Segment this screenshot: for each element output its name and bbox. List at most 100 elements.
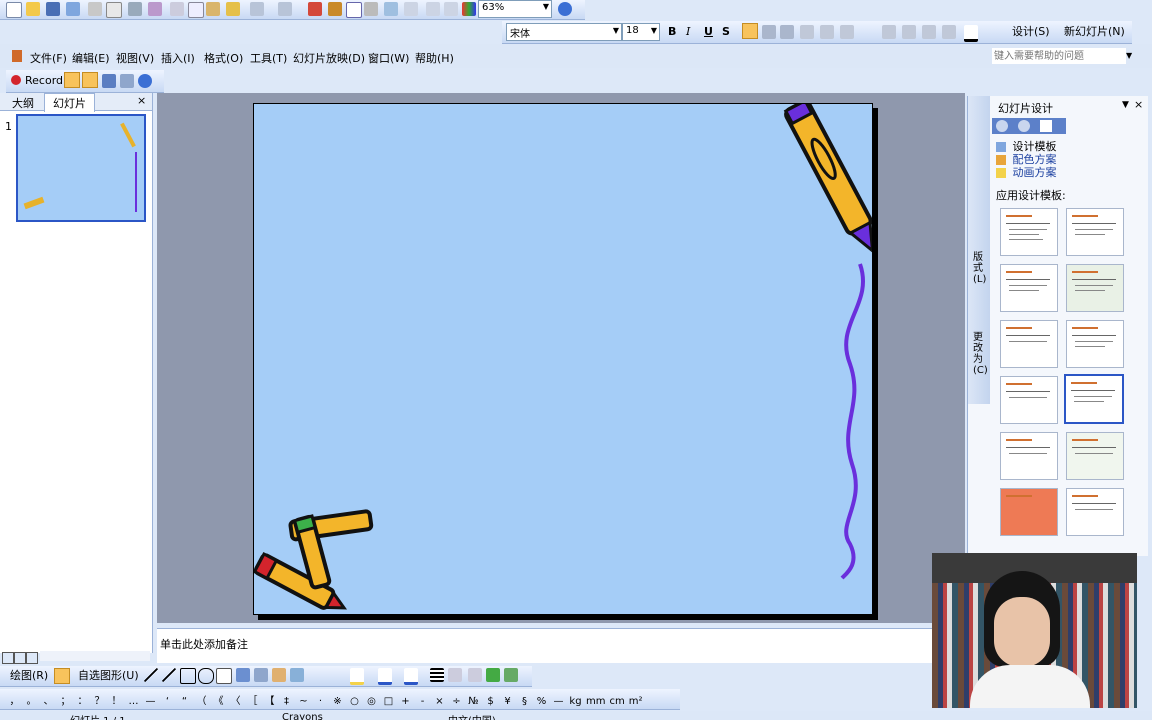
- slide-sorter-icon[interactable]: [14, 652, 26, 664]
- link-design-template[interactable]: 设计模板: [996, 138, 1136, 153]
- distribute-icon[interactable]: [800, 25, 814, 39]
- diagram-icon[interactable]: [254, 668, 268, 682]
- symbol-button[interactable]: ·: [314, 696, 327, 707]
- 3d-icon[interactable]: [504, 668, 518, 682]
- symbol-button[interactable]: ！: [110, 692, 123, 707]
- menu-format[interactable]: 格式(O): [204, 50, 243, 66]
- symbol-button[interactable]: ；: [59, 692, 72, 707]
- arrow-icon[interactable]: [162, 668, 176, 682]
- help-search-input[interactable]: [992, 48, 1126, 64]
- menu-help[interactable]: 帮助(H): [415, 50, 454, 66]
- normal-view-icon[interactable]: [2, 652, 14, 664]
- align-right-icon[interactable]: [780, 25, 794, 39]
- symbol-button[interactable]: ¥: [501, 696, 514, 707]
- grid-icon[interactable]: [444, 2, 458, 16]
- symbol-button[interactable]: ‡: [280, 696, 293, 707]
- font-size-box[interactable]: 18 ▼: [622, 23, 660, 41]
- forward-icon[interactable]: [1018, 120, 1030, 132]
- symbol-button[interactable]: +: [399, 696, 412, 707]
- insert-picture-icon[interactable]: [384, 2, 398, 16]
- menu-edit[interactable]: 编辑(E): [72, 50, 110, 66]
- line-color-icon[interactable]: [378, 668, 392, 685]
- template-thumb[interactable]: [1000, 264, 1058, 312]
- slide-canvas[interactable]: [253, 103, 873, 615]
- symbol-button[interactable]: cm: [609, 696, 624, 707]
- dash-style-icon[interactable]: [448, 668, 462, 682]
- symbol-button[interactable]: ‘: [161, 696, 174, 707]
- symbol-button[interactable]: 《: [212, 692, 225, 707]
- print-icon[interactable]: [88, 2, 102, 16]
- textbox-icon[interactable]: [216, 668, 232, 684]
- font-color-icon[interactable]: [404, 668, 418, 685]
- export-icon[interactable]: [120, 74, 134, 88]
- symbol-button[interactable]: $: [484, 696, 497, 707]
- menu-slideshow[interactable]: 幻灯片放映(D): [293, 50, 365, 66]
- expand-icon[interactable]: [404, 2, 418, 16]
- symbol-button[interactable]: mm: [586, 696, 605, 707]
- home-icon[interactable]: [1040, 120, 1052, 132]
- bold-button[interactable]: B: [668, 24, 676, 40]
- symbol-button[interactable]: —: [144, 696, 157, 707]
- redo-icon[interactable]: [278, 2, 292, 16]
- close-icon[interactable]: ×: [1134, 98, 1143, 111]
- numbering-icon[interactable]: [820, 25, 834, 39]
- picture-icon[interactable]: [290, 668, 304, 682]
- record-button[interactable]: Record: [25, 73, 63, 89]
- help-icon[interactable]: [558, 2, 572, 16]
- clipart-icon[interactable]: [272, 668, 286, 682]
- menu-tools[interactable]: 工具(T): [250, 50, 287, 66]
- font-color-icon[interactable]: [964, 25, 978, 42]
- template-thumb[interactable]: [1000, 376, 1058, 424]
- symbol-button[interactable]: -: [416, 696, 429, 707]
- draw-menu-button[interactable]: 绘图(R): [10, 668, 48, 684]
- insert-chart-icon[interactable]: [328, 2, 342, 16]
- symbol-button[interactable]: ［: [246, 692, 259, 707]
- zoom-box[interactable]: 63% ▼: [478, 0, 552, 18]
- oval-icon[interactable]: [198, 668, 214, 684]
- increase-font-icon[interactable]: [882, 25, 896, 39]
- shadow-button[interactable]: S: [722, 24, 730, 40]
- slide-thumbnail[interactable]: [16, 114, 146, 222]
- symbol-button[interactable]: %: [535, 696, 548, 707]
- symbol-button[interactable]: □: [382, 696, 395, 707]
- symbol-button[interactable]: 【: [263, 692, 276, 707]
- show-formatting-icon[interactable]: [426, 2, 440, 16]
- slideshow-view-icon[interactable]: [26, 652, 38, 664]
- back-icon[interactable]: [996, 120, 1008, 132]
- symbol-button[interactable]: ÷: [450, 696, 463, 707]
- open-icon[interactable]: [26, 2, 40, 16]
- underline-button[interactable]: U: [704, 24, 713, 40]
- notes-pane[interactable]: 单击此处添加备注: [157, 628, 932, 663]
- symbol-button[interactable]: ※: [331, 696, 344, 707]
- hyperlink-icon[interactable]: [308, 2, 322, 16]
- symbol-button[interactable]: 。: [25, 692, 38, 707]
- side-tab-change[interactable]: 更改为(C): [973, 332, 988, 376]
- symbol-button[interactable]: ◎: [365, 696, 378, 707]
- permission-icon[interactable]: [66, 2, 80, 16]
- spelling-icon[interactable]: [128, 2, 142, 16]
- symbol-button[interactable]: ×: [433, 696, 446, 707]
- template-thumb[interactable]: [1000, 488, 1058, 536]
- align-left-icon[interactable]: [742, 23, 758, 39]
- horizontal-scrollbar[interactable]: [40, 651, 150, 661]
- color-grayscale-icon[interactable]: [462, 2, 476, 16]
- rectangle-icon[interactable]: [180, 668, 196, 684]
- symbol-button[interactable]: kg: [569, 696, 582, 707]
- design-button[interactable]: 设计(S): [1012, 24, 1050, 40]
- screen-icon[interactable]: [102, 74, 116, 88]
- font-name-box[interactable]: 宋体 ▼: [506, 23, 622, 41]
- template-thumb[interactable]: [1066, 264, 1124, 312]
- template-thumb-selected[interactable]: [1064, 374, 1124, 424]
- menu-insert[interactable]: 插入(I): [161, 50, 195, 66]
- increase-indent-icon[interactable]: [942, 25, 956, 39]
- menu-view[interactable]: 视图(V): [116, 50, 154, 66]
- template-thumb[interactable]: [1066, 432, 1124, 480]
- italic-button[interactable]: I: [686, 24, 690, 40]
- symbol-button[interactable]: ~: [297, 696, 310, 707]
- copy-icon[interactable]: [188, 2, 204, 18]
- shadow-icon[interactable]: [486, 668, 500, 682]
- highlight-tool-icon[interactable]: [82, 72, 98, 88]
- paste-icon[interactable]: [206, 2, 220, 16]
- template-thumb[interactable]: [1066, 320, 1124, 368]
- menu-window[interactable]: 窗口(W): [368, 50, 409, 66]
